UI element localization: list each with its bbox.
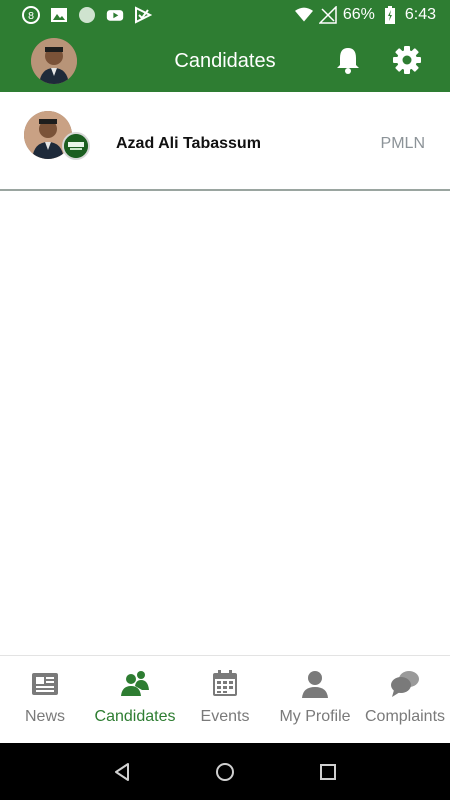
status-time: 6:43 [404,6,436,23]
battery-percent: 66% [342,6,375,23]
candidate-party: PMLN [380,135,425,152]
calendar-icon [213,670,237,696]
nav-label-news: News [24,708,65,725]
bell-icon[interactable] [333,45,363,75]
newspaper-icon [32,673,58,695]
no-signal-icon [318,6,337,24]
image-icon [50,6,68,24]
nav-label-events: Events [200,708,250,725]
recents-icon[interactable] [317,761,339,783]
candidate-name: Azad Ali Tabassum [116,135,261,152]
back-icon[interactable] [111,761,133,783]
app-bar: Candidates [0,30,450,92]
wifi-icon [294,6,313,24]
status-notifications: 8 [22,6,152,24]
candidates-icon [121,671,149,696]
youtube-icon [106,6,124,24]
party-logo-icon [62,132,90,160]
check-icon [134,6,152,24]
svg-text:8: 8 [28,11,34,22]
notification-icon: 8 [22,6,40,24]
person-icon [302,671,328,698]
nav-label-my-profile: My Profile [279,708,351,725]
chat-bubbles-icon [391,671,419,697]
nav-item-news[interactable]: News [0,656,90,744]
nav-label-candidates: Candidates [94,708,176,725]
status-system: 66% 6:43 [294,6,436,24]
battery-icon [381,6,399,24]
circle-icon [78,6,96,24]
nav-label-complaints: Complaints [364,708,446,725]
nav-item-complaints[interactable]: Complaints [360,656,450,744]
nav-item-candidates[interactable]: Candidates [90,656,180,744]
status-bar: 8 66% 6:43 [0,0,450,30]
page-title: Candidates [174,50,276,72]
nav-item-events[interactable]: Events [180,656,270,744]
gear-icon[interactable] [392,45,422,75]
home-icon[interactable] [214,761,236,783]
system-navigation-bar [0,743,450,800]
candidate-list-item[interactable]: Azad Ali Tabassum PMLN [0,92,450,191]
nav-item-my-profile[interactable]: My Profile [270,656,360,744]
bottom-navigation: News Candidates Events My Profile Compla… [0,655,450,743]
